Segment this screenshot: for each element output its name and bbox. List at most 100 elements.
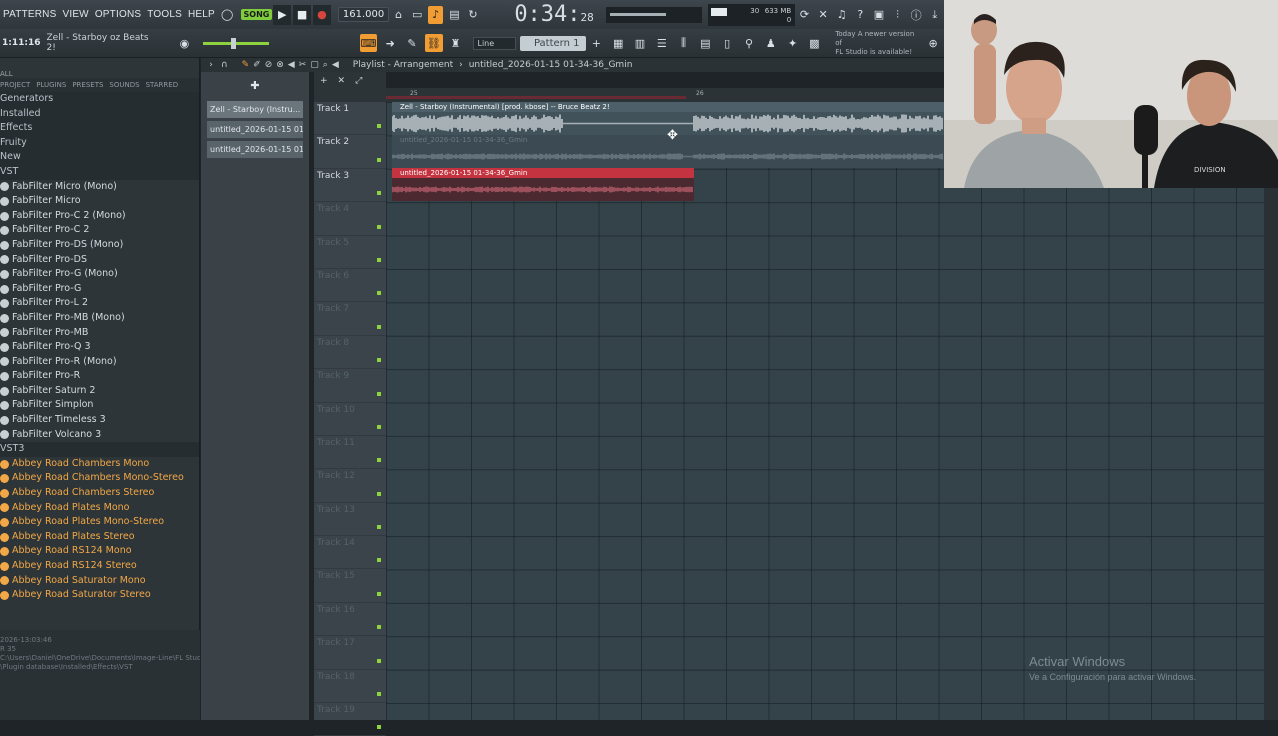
cut-icon[interactable]: ✕ <box>816 6 831 24</box>
delete-tool-icon[interactable]: ⊘ <box>265 60 273 70</box>
master-volume-meter[interactable] <box>605 6 702 23</box>
browser-icon[interactable]: ▤ <box>696 34 714 52</box>
browser-folder[interactable]: New <box>0 150 199 165</box>
browser-plugin-item[interactable]: FabFilter Pro-MB (Mono) <box>0 311 199 326</box>
track-header[interactable]: Track 1 <box>314 102 386 136</box>
menu-tools[interactable]: TOOLS <box>147 9 182 20</box>
help-icon[interactable]: ? <box>853 6 868 24</box>
browser-plugin-item[interactable]: FabFilter Pro-G (Mono) <box>0 267 199 282</box>
track-mute-led[interactable] <box>377 157 381 162</box>
step-edit-icon[interactable]: ▤ <box>447 6 462 24</box>
menu-arrow-icon[interactable]: › <box>201 60 221 70</box>
loop-marker[interactable] <box>386 96 686 99</box>
track-header[interactable]: Track 13 <box>314 503 386 537</box>
mixer-view-icon[interactable]: ⫼ <box>675 34 693 52</box>
slip-tool-icon[interactable]: ◀ <box>288 60 295 70</box>
download-icon[interactable]: ⤓ <box>927 6 942 24</box>
track-header[interactable]: Track 7 <box>314 302 386 336</box>
track-mute-led[interactable] <box>377 458 381 463</box>
track-header[interactable]: Track 2 <box>314 135 386 169</box>
track-mute-led[interactable] <box>377 124 381 129</box>
speaker-icon[interactable]: ◀ <box>332 60 339 70</box>
browser-folder[interactable]: VST3 <box>0 442 199 457</box>
refresh-icon[interactable]: ⟳ <box>797 6 812 24</box>
zoom-tool-icon[interactable]: ⌕ <box>323 60 328 70</box>
typing-keyboard-icon[interactable]: ⌨ <box>359 34 378 52</box>
browser-plugin-item[interactable]: Abbey Road Saturator Mono <box>0 574 199 589</box>
mute-tool-icon[interactable]: ⊗ <box>276 60 284 70</box>
channel-rack-icon[interactable]: ☰ <box>653 34 671 52</box>
timeline-ruler[interactable]: 25 26 <box>386 88 944 102</box>
track-mute-led[interactable] <box>377 558 381 563</box>
track-header[interactable]: Track 6 <box>314 269 386 303</box>
stop-button[interactable]: ■ <box>293 4 312 25</box>
browser-folder[interactable]: Generators <box>0 92 199 107</box>
knob-icon[interactable]: ◉ <box>176 34 194 52</box>
browser-plugin-item[interactable]: FabFilter Pro-L 2 <box>0 296 199 311</box>
browser-plugin-item[interactable]: Abbey Road Chambers Mono-Stereo <box>0 471 199 486</box>
metronome-icon[interactable]: ⌂ <box>391 6 406 24</box>
expand-icon[interactable]: ⤢ <box>355 76 362 86</box>
person-icon[interactable]: ♟ <box>762 34 780 52</box>
browser-plugin-item[interactable]: FabFilter Volcano 3 <box>0 428 199 443</box>
picker-clip-item[interactable]: untitled_2026-01-15 01-... <box>207 141 303 158</box>
slice-tool-icon[interactable]: ✂ <box>299 60 307 70</box>
browser-tab-project[interactable]: PROJECT <box>0 81 30 89</box>
track-mute-led[interactable] <box>377 725 381 730</box>
draw-tool-icon[interactable]: ✎ <box>242 60 250 70</box>
master-pitch-slider[interactable] <box>203 37 269 49</box>
file-icon[interactable]: ▯ <box>718 34 736 52</box>
browser-plugin-item[interactable]: Abbey Road Saturator Stereo <box>0 588 199 603</box>
browser-plugin-item[interactable]: FabFilter Saturn 2 <box>0 384 199 399</box>
menu-view[interactable]: VIEW <box>62 9 88 20</box>
browser-tab-plugins[interactable]: PLUGINS <box>36 81 66 89</box>
vertical-scrollbar[interactable] <box>1264 188 1278 720</box>
browser-folder[interactable]: VST <box>0 164 199 180</box>
pencil-icon[interactable]: ✎ <box>403 34 421 52</box>
audio-clip-selected[interactable]: untitled_2026-01-15 01-34-36_Gmin <box>391 168 694 201</box>
browser-plugin-item[interactable]: FabFilter Pro-R (Mono) <box>0 355 199 370</box>
feather-icon[interactable]: ✦ <box>784 34 802 52</box>
track-mute-led[interactable] <box>377 257 381 262</box>
browser-folder[interactable]: Fruity <box>0 135 199 151</box>
track-mute-led[interactable] <box>377 591 381 596</box>
magnet-icon[interactable]: ∩ <box>221 60 228 70</box>
browser-plugin-item[interactable]: FabFilter Pro-R <box>0 369 199 384</box>
add-track-icon[interactable]: + <box>320 76 328 86</box>
browser-plugin-item[interactable]: Abbey Road Plates Stereo <box>0 530 199 545</box>
track-mute-led[interactable] <box>377 658 381 663</box>
mixer-icon[interactable]: ⫶ <box>890 6 905 24</box>
browser-plugin-item[interactable]: Abbey Road RS124 Mono <box>0 544 199 559</box>
grid-icon[interactable]: ▩ <box>805 34 823 52</box>
track-header[interactable]: Track 12 <box>314 469 386 503</box>
news-panel[interactable]: Today A newer version of FL Studio is ava… <box>835 30 922 57</box>
track-header[interactable]: Track 4 <box>314 202 386 236</box>
track-header[interactable]: Track 17 <box>314 636 386 670</box>
browser-plugin-item[interactable]: Abbey Road Plates Mono <box>0 501 199 516</box>
plugin-icon[interactable]: ⚲ <box>740 34 758 52</box>
select-tool-icon[interactable]: ▢ <box>310 60 319 70</box>
browser-plugin-item[interactable]: FabFilter Pro-DS (Mono) <box>0 238 199 253</box>
track-mute-led[interactable] <box>377 324 381 329</box>
time-display[interactable]: 0:34:28 <box>514 2 593 27</box>
menu-help[interactable]: HELP <box>188 9 215 20</box>
playlist-icon[interactable]: ▦ <box>609 34 627 52</box>
track-mute-led[interactable] <box>377 625 381 630</box>
browser-plugin-item[interactable]: FabFilter Simplon <box>0 398 199 413</box>
menu-options[interactable]: OPTIONS <box>95 9 141 20</box>
track-mute-led[interactable] <box>377 692 381 697</box>
track-header[interactable]: Track 18 <box>314 670 386 704</box>
track-mute-led[interactable] <box>377 224 381 229</box>
menu-patterns[interactable]: PATTERNS <box>3 9 56 20</box>
browser-folder[interactable]: Installed <box>0 106 199 122</box>
browser-plugin-item[interactable]: Abbey Road RS124 Stereo <box>0 559 199 574</box>
browser-plugin-item[interactable]: FabFilter Pro-C 2 <box>0 223 199 238</box>
close-track-icon[interactable]: ✕ <box>338 76 346 86</box>
track-header[interactable]: Track 10 <box>314 403 386 436</box>
track-header[interactable]: Track 9 <box>314 369 386 403</box>
countdown-icon[interactable]: ♪ <box>428 5 444 24</box>
picker-clip-item[interactable]: Zell - Starboy (Instru... <box>207 101 303 118</box>
tempo-display[interactable]: 161.000 <box>337 7 390 22</box>
browser-tab-sounds[interactable]: SOUNDS <box>109 81 139 89</box>
browser-tab-starred[interactable]: STARRED <box>146 81 179 89</box>
